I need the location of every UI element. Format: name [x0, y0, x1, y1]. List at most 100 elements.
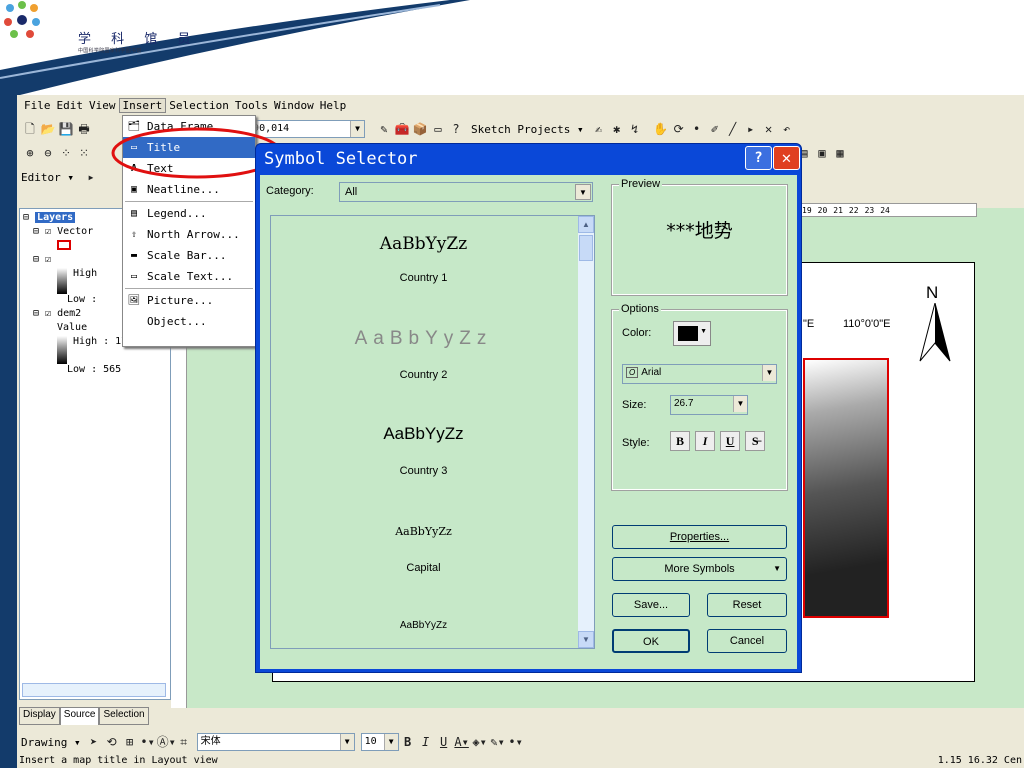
style-strikethrough-button[interactable]: S̶ [745, 431, 766, 451]
category-value: All [345, 186, 358, 198]
zoom-out-icon[interactable]: ⊖ [39, 144, 57, 162]
edit-vertices-icon[interactable]: ⌗ [175, 733, 193, 751]
header-swoosh [0, 0, 470, 95]
italic-icon[interactable]: I [417, 733, 435, 751]
more-symbols-button[interactable]: More Symbols ▼ [612, 557, 787, 581]
point-icon[interactable]: • [688, 120, 706, 138]
menu-view[interactable]: View [86, 99, 119, 112]
pen-icon[interactable]: ✐ [706, 120, 724, 138]
underline-icon[interactable]: U [435, 733, 453, 751]
open-icon[interactable]: 📂 [39, 120, 57, 138]
save-button[interactable]: Save... [612, 593, 690, 617]
menu-insert[interactable]: Insert [118, 97, 167, 113]
fill-color-icon[interactable]: ◈▾ [471, 733, 489, 751]
tab-source[interactable]: Source [59, 707, 100, 725]
curve-icon[interactable]: ↯ [626, 120, 644, 138]
category-select[interactable]: All ▼ [339, 182, 593, 202]
font-name-select[interactable]: O Arial ▼ [622, 364, 777, 384]
style-underline-button[interactable]: U [720, 431, 741, 451]
sketch-projects-label: Sketch Projects [471, 122, 571, 136]
chevron-down-icon: ▼ [383, 734, 398, 750]
ruler-label: 20 [817, 205, 828, 215]
text-tool-icon[interactable]: Ⓐ▾ [157, 733, 176, 751]
rotate-icon[interactable]: ⟳ [670, 120, 688, 138]
style-italic-button[interactable]: I [695, 431, 716, 451]
scroll-down-icon[interactable]: ▼ [578, 631, 594, 648]
marker-color-icon[interactable]: •▾ [507, 733, 525, 751]
symbol-name: Capital [406, 562, 441, 574]
print-icon[interactable]: 🖶 [75, 120, 93, 138]
reset-button[interactable]: Reset [707, 593, 787, 617]
menu-item-scale-bar[interactable]: ▬ Scale Bar... [123, 245, 255, 266]
whats-this-icon[interactable]: ? [447, 120, 465, 138]
symbol-sample[interactable]: AaBbYyZz [271, 424, 576, 444]
zoom-whole-icon[interactable]: ⊞ [121, 733, 139, 751]
fixed-zoom-in-icon[interactable]: ⁘ [57, 144, 75, 162]
arrow-icon[interactable]: ▸ [742, 120, 760, 138]
image-icon[interactable]: ▣ [813, 144, 831, 162]
rectangle-icon[interactable]: •▾ [139, 733, 157, 751]
cancel-button[interactable]: Cancel [707, 629, 787, 653]
undo-icon[interactable]: ↶ [778, 120, 796, 138]
menu-selection[interactable]: Selection [166, 99, 232, 112]
delete-icon[interactable]: ✕ [760, 120, 778, 138]
size-select[interactable]: 26.7 ▼ [670, 395, 748, 415]
menu-item-scale-text[interactable]: ▭ Scale Text... [123, 266, 255, 287]
opentype-icon: O [626, 367, 639, 378]
menu-edit[interactable]: Edit [54, 99, 87, 112]
bold-icon[interactable]: B [399, 733, 417, 751]
editor-menu[interactable]: Editor ▾ [21, 171, 74, 184]
ok-button[interactable]: OK [612, 629, 690, 653]
menu-help[interactable]: Help [317, 99, 350, 112]
line-color-icon[interactable]: ✎▾ [489, 733, 507, 751]
edit-tool-icon[interactable]: ▸ [82, 168, 100, 186]
help-button[interactable]: ? [745, 146, 772, 170]
menu-file[interactable]: File [21, 99, 54, 112]
gallery-scrollbar[interactable]: ▲ ▼ [578, 216, 594, 648]
color-icon[interactable]: ✱ [608, 120, 626, 138]
arctoolbox-icon[interactable]: 🧰 [393, 120, 411, 138]
tab-display[interactable]: Display [19, 707, 60, 725]
zoom-in-icon[interactable]: ⊕ [21, 144, 39, 162]
line-icon[interactable]: ╱ [724, 120, 742, 138]
properties-button[interactable]: Properties... [612, 525, 787, 549]
menu-item-legend[interactable]: ▤ Legend... [123, 203, 255, 224]
toc-hscroll[interactable] [22, 683, 166, 697]
scroll-thumb[interactable] [579, 235, 593, 261]
symbol-sample[interactable]: AaBbYyZz [271, 525, 576, 538]
select-elements-icon[interactable]: ➤ [85, 733, 103, 751]
scroll-up-icon[interactable]: ▲ [578, 216, 594, 233]
layer-vector-label: Vector [57, 226, 94, 237]
sketch-projects[interactable]: Sketch Projects ▾ [471, 123, 584, 136]
preview-group: ***地势 [611, 184, 788, 296]
menu-tools[interactable]: Tools [232, 99, 271, 112]
table-icon[interactable]: ▦ [831, 144, 849, 162]
font-combo[interactable]: 宋体 ▼ [196, 733, 355, 751]
menu-item-north-arrow[interactable]: ⇧ North Arrow... [123, 224, 255, 245]
close-button[interactable]: ✕ [773, 146, 800, 170]
drawing-menu[interactable]: Drawing ▾ [21, 736, 81, 749]
color-picker[interactable]: ▼ [673, 321, 711, 346]
symbol-sample[interactable]: AaBbYyZz [271, 328, 576, 350]
menu-item-picture[interactable]: 🖼 Picture... [123, 290, 255, 311]
pan-icon[interactable]: ✋ [652, 120, 670, 138]
style-bold-button[interactable]: B [670, 431, 690, 451]
rotate-element-icon[interactable]: ⟲ [103, 733, 121, 751]
symbol-sample[interactable]: AaBbYyZz [271, 234, 576, 254]
scale-bar-icon: ▬ [130, 249, 138, 261]
new-icon[interactable]: 🗋 [21, 120, 39, 138]
catalog-icon[interactable]: 📦 [411, 120, 429, 138]
menu-item-object[interactable]: Object... [123, 311, 255, 332]
font-color-icon[interactable]: A▾ [453, 733, 471, 751]
tab-selection[interactable]: Selection [99, 707, 149, 725]
sketch-icon[interactable]: ✍ [590, 120, 608, 138]
symbol-sample[interactable]: AaBbYyZz [271, 620, 576, 631]
save-icon[interactable]: 💾 [57, 120, 75, 138]
menu-window[interactable]: Window [271, 99, 317, 112]
window-icon[interactable]: ▭ [429, 120, 447, 138]
editor-toolbar-icon[interactable]: ✎ [375, 120, 393, 138]
font-size-combo[interactable]: 10 ▼ [360, 733, 399, 751]
category-label: Category: [266, 185, 314, 197]
fixed-zoom-out-icon[interactable]: ⁙ [75, 144, 93, 162]
size-label: Size: [622, 399, 647, 411]
